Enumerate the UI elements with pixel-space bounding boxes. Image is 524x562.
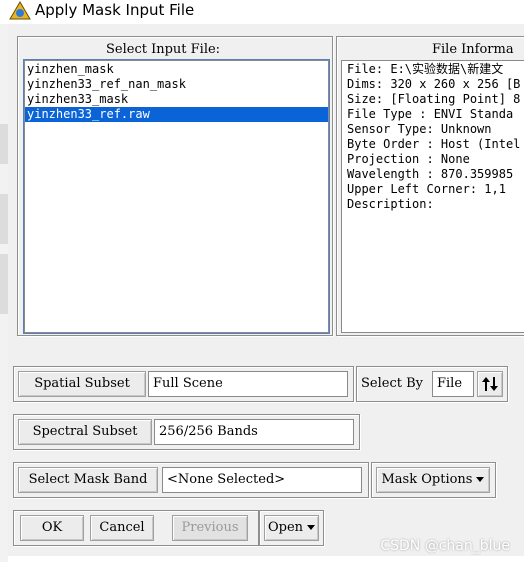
cancel-button[interactable]: Cancel <box>90 515 154 541</box>
info-line: Dims: 320 x 260 x 256 [B <box>347 77 521 91</box>
window-title: Apply Mask Input File <box>35 1 195 19</box>
mask-band-group: Select Mask Band <None Selected> <box>13 462 369 498</box>
chevron-down-icon <box>307 525 316 530</box>
spatial-subset-group: Spatial Subset Full Scene <box>13 366 354 402</box>
background-window-edge <box>0 24 8 562</box>
info-line: File Type : ENVI Standa <box>347 107 514 121</box>
sort-up-down-icon <box>482 377 498 391</box>
mask-options-button[interactable]: Mask Options <box>376 467 490 493</box>
file-info-text: File: E:\实验数据\新建文 Dims: 320 x 260 x 256 … <box>341 60 524 333</box>
open-button[interactable]: Open <box>264 515 319 541</box>
action-button-group: OK Cancel Previous <box>13 510 259 546</box>
info-line: Description: <box>347 197 434 211</box>
list-item-selected[interactable]: yinzhen33_ref.raw <box>25 107 328 122</box>
info-line: Byte Order : Host (Intel <box>347 137 521 151</box>
spatial-subset-field: Full Scene <box>148 371 348 397</box>
select-input-heading: Select Input File: <box>106 42 221 57</box>
chevron-down-icon <box>476 477 485 482</box>
info-line: Wavelength : 870.359985 <box>347 167 514 181</box>
select-mask-band-button[interactable]: Select Mask Band <box>18 467 158 493</box>
info-line: Upper Left Corner: 1,1 <box>347 182 506 196</box>
previous-button[interactable]: Previous <box>172 515 248 541</box>
info-line: Projection : None <box>347 152 470 166</box>
envi-logo-icon <box>9 1 31 20</box>
info-line: Sensor Type: Unknown <box>347 122 492 136</box>
spectral-subset-field: 256/256 Bands <box>154 419 354 445</box>
select-input-panel: Select Input File: yinzhen_mask yinzhen3… <box>17 36 333 336</box>
spectral-subset-button[interactable]: Spectral Subset <box>18 419 152 445</box>
spectral-subset-group: Spectral Subset 256/256 Bands <box>13 414 360 450</box>
watermark: CSDN @chan_blue <box>380 538 510 554</box>
open-label: Open <box>267 520 304 535</box>
info-line: Size: [Floating Point] 8 <box>347 92 521 106</box>
sort-toggle-button[interactable] <box>477 371 503 397</box>
select-by-group: Select By File <box>356 366 508 402</box>
list-item[interactable]: yinzhen33_mask <box>25 92 328 107</box>
spatial-subset-button[interactable]: Spatial Subset <box>18 371 146 397</box>
dialog-client-area: Select Input File: yinzhen_mask yinzhen3… <box>8 24 524 556</box>
open-button-group: Open <box>259 510 324 546</box>
file-info-panel: File Informa File: E:\实验数据\新建文 Dims: 320… <box>336 36 524 336</box>
select-by-field[interactable]: File <box>432 371 474 397</box>
list-item[interactable]: yinzhen_mask <box>25 62 328 77</box>
input-file-list[interactable]: yinzhen_mask yinzhen33_ref_nan_mask yinz… <box>23 59 330 334</box>
ok-button[interactable]: OK <box>20 515 84 541</box>
mask-options-group: Mask Options <box>371 462 496 498</box>
title-bar: Apply Mask Input File <box>0 0 524 24</box>
mask-band-field: <None Selected> <box>162 467 362 493</box>
mask-options-label: Mask Options <box>381 472 473 487</box>
file-info-heading: File Informa <box>432 42 514 57</box>
list-item[interactable]: yinzhen33_ref_nan_mask <box>25 77 328 92</box>
select-by-label: Select By <box>361 376 423 391</box>
info-line: File: E:\实验数据\新建文 <box>347 62 504 76</box>
